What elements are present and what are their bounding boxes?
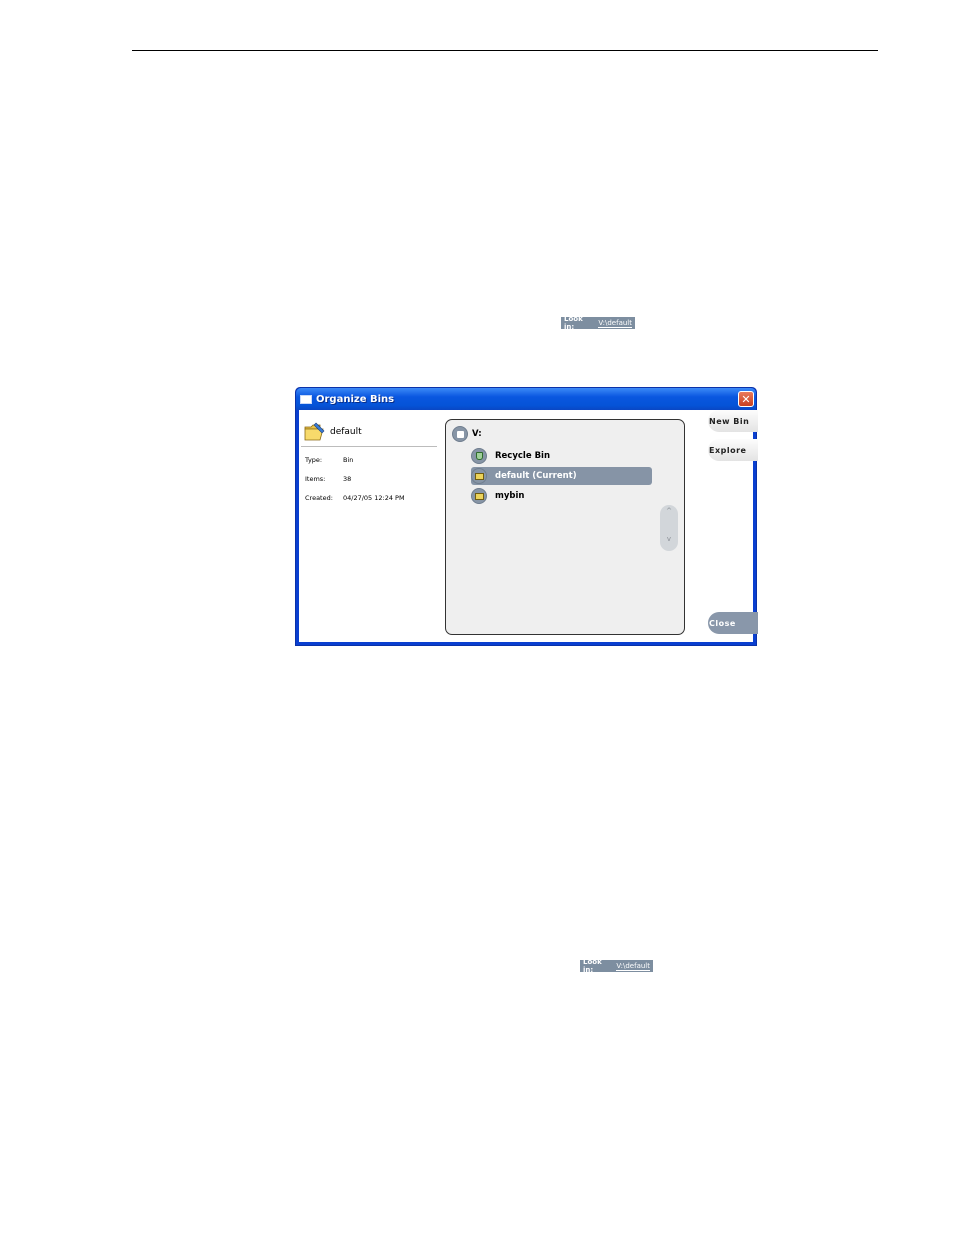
drive-icon <box>452 426 468 442</box>
close-window-button[interactable]: ✕ <box>738 391 754 407</box>
look-in-snippet-bottom: Look in: V:\default <box>580 958 653 974</box>
explore-button[interactable]: Explore <box>708 439 758 461</box>
dialog-client-area: default Type: Bin Items: 38 Created: 04/… <box>299 410 758 642</box>
bin-name: default <box>330 427 362 437</box>
tree-item-default[interactable]: default (Current) <box>471 467 652 485</box>
bin-tree-panel: V: Recycle Bin default (Current) mybin ^… <box>445 419 685 635</box>
info-key: Created: <box>305 494 333 502</box>
info-row-created: Created: 04/27/05 12:24 PM <box>305 494 405 502</box>
look-in-value: V:\default <box>598 318 632 328</box>
bin-icon <box>471 468 487 484</box>
tree-item-label: mybin <box>495 491 525 501</box>
organize-bins-dialog: Organize Bins ✕ default Type: Bin Items:… <box>295 387 758 646</box>
new-bin-button[interactable]: New Bin <box>708 410 758 432</box>
tree-item-label: Recycle Bin <box>495 451 551 461</box>
scroll-down-icon[interactable]: v <box>660 535 678 543</box>
info-value: Bin <box>343 456 354 464</box>
bin-info-header: default <box>301 418 437 447</box>
bin-icon <box>471 488 487 504</box>
tree-root-label: V: <box>472 429 482 439</box>
open-folder-icon <box>304 422 326 442</box>
info-row-type: Type: Bin <box>305 456 353 464</box>
header-rule <box>132 50 878 51</box>
recycle-bin-icon <box>471 448 487 464</box>
info-key: Items: <box>305 475 326 483</box>
tree-item-label: default (Current) <box>495 471 577 481</box>
tree-item-recycle-bin[interactable]: Recycle Bin <box>471 447 651 465</box>
info-key: Type: <box>305 456 323 464</box>
info-value: 04/27/05 12:24 PM <box>343 494 405 502</box>
look-in-label: Look in: <box>583 958 602 974</box>
look-in-value: V:\default <box>616 961 650 971</box>
look-in-snippet-top: Look in: V:\default <box>561 315 635 331</box>
dialog-title: Organize Bins <box>316 393 395 405</box>
close-button[interactable]: Close <box>708 612 758 634</box>
info-value: 38 <box>343 475 352 483</box>
tree-scrollbar[interactable]: ^ v <box>660 505 678 551</box>
info-row-items: Items: 38 <box>305 475 351 483</box>
scroll-up-icon[interactable]: ^ <box>660 507 678 515</box>
look-in-label: Look in: <box>564 315 583 331</box>
dialog-title-bar[interactable]: Organize Bins ✕ <box>296 388 756 410</box>
tree-root-drive[interactable]: V: <box>452 426 482 442</box>
tree-item-mybin[interactable]: mybin <box>471 487 651 505</box>
window-icon <box>300 394 312 404</box>
